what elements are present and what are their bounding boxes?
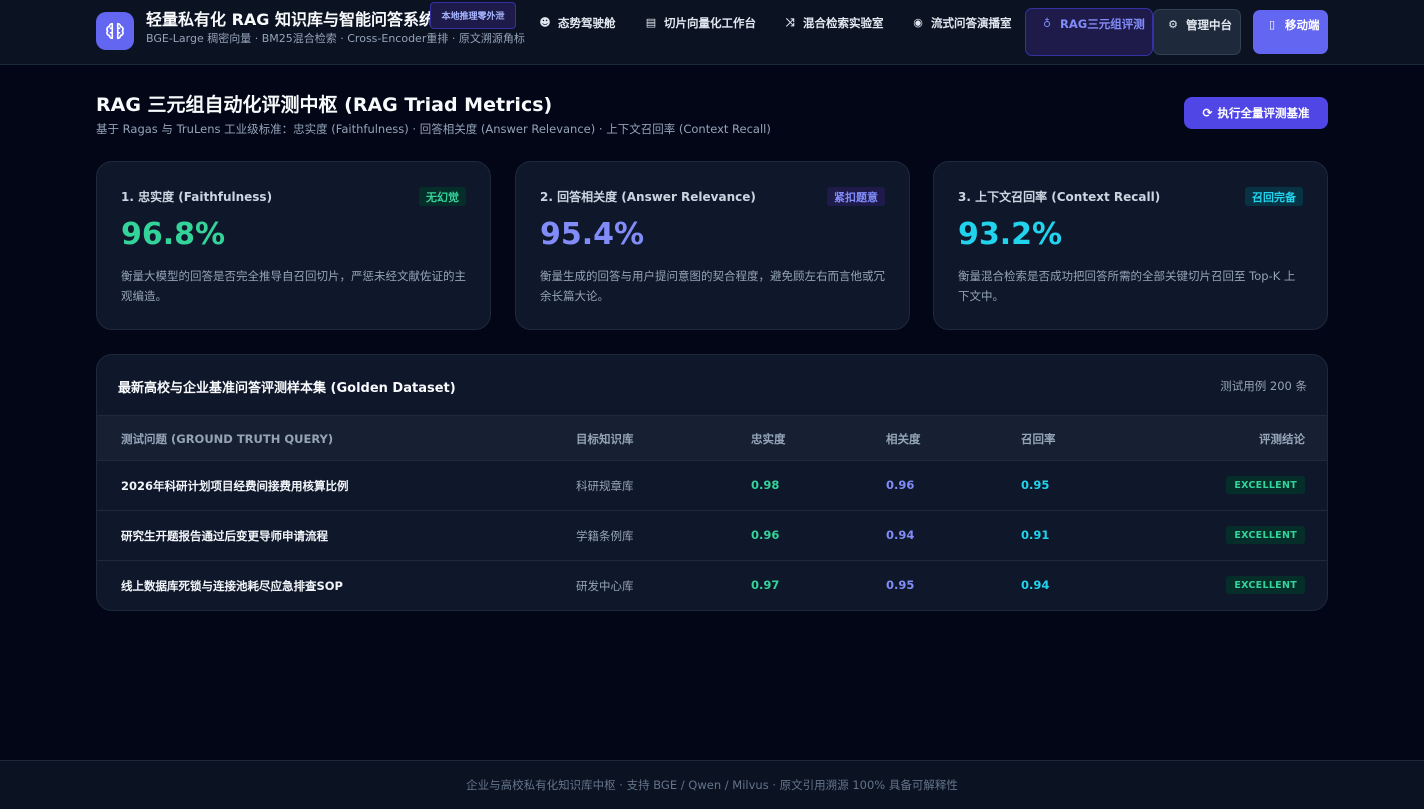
verdict-badge: EXCELLENT: [1226, 526, 1305, 544]
nav-chunking[interactable]: ▤ 切片向量化工作台: [644, 8, 762, 56]
verdict-badge: EXCELLENT: [1226, 476, 1305, 494]
table-row[interactable]: 线上数据库死锁与连接池耗尽应急排查SOP 研发中心库 0.97 0.95 0.9…: [97, 561, 1327, 610]
column-header-verdict: 评测结论: [1259, 432, 1305, 446]
dataset-count: 测试用例 200 条: [1220, 379, 1307, 393]
dashboard-icon: ☻: [539, 16, 551, 29]
column-header-relevance: 相关度: [886, 432, 921, 446]
metric-value: 95.4%: [540, 217, 645, 252]
nav-label: 移动端: [1285, 18, 1320, 32]
nav-label: RAG三元组评测: [1060, 17, 1145, 31]
app-title: 轻量私有化 RAG 知识库与智能问答系统: [146, 10, 435, 29]
table-row[interactable]: 研究生开题报告通过后变更导师申请流程 学籍条例库 0.96 0.94 0.91 …: [97, 511, 1327, 561]
run-benchmark-button[interactable]: ⟳ 执行全量评测基准: [1184, 97, 1328, 129]
top-header: 轻量私有化 RAG 知识库与智能问答系统 本地推理零外泄 BGE-Large 稠…: [0, 0, 1424, 65]
privacy-badge: 本地推理零外泄: [430, 2, 516, 29]
page-subtitle: 基于 Ragas 与 TruLens 工业级标准：忠实度 (Faithfulne…: [96, 122, 771, 136]
metric-title: 3. 上下文召回率 (Context Recall): [958, 190, 1161, 204]
nav-admin[interactable]: ⚙ 管理中台: [1153, 9, 1241, 55]
cell-kb: 科研规章库: [576, 479, 634, 493]
nav-mobile[interactable]: ▯ 移动端: [1253, 10, 1328, 54]
cell-recall: 0.91: [1021, 528, 1050, 542]
metric-tag: 召回完备: [1245, 187, 1303, 206]
metric-description: 衡量大模型的回答是否完全推导自召回切片，严惩未经文献佐证的主观编造。: [121, 269, 466, 303]
cell-query: 2026年科研计划项目经费间接费用核算比例: [121, 479, 349, 493]
cell-recall: 0.94: [1021, 578, 1050, 592]
metric-value: 96.8%: [121, 217, 226, 252]
metric-title: 1. 忠实度 (Faithfulness): [121, 190, 273, 204]
document-icon: ▤: [645, 16, 657, 29]
table-row[interactable]: 2026年科研计划项目经费间接费用核算比例 科研规章库 0.98 0.96 0.…: [97, 461, 1327, 511]
run-benchmark-label: 执行全量评测基准: [1217, 106, 1310, 120]
shuffle-icon: ⤨: [785, 16, 795, 29]
cell-faithfulness: 0.97: [751, 578, 780, 592]
metric-card-faithfulness: 1. 忠实度 (Faithfulness) 无幻觉 96.8% 衡量大模型的回答…: [96, 161, 491, 330]
cell-kb: 学籍条例库: [576, 529, 634, 543]
brain-icon[interactable]: [96, 12, 134, 50]
cell-kb: 研发中心库: [576, 579, 634, 593]
verdict-badge: EXCELLENT: [1226, 576, 1305, 594]
gear-icon: ⚙: [1168, 18, 1178, 31]
metric-description: 衡量生成的回答与用户提问意图的契合程度，避免顾左右而言他或冗余长篇大论。: [540, 269, 885, 303]
column-header-faithfulness: 忠实度: [751, 432, 786, 446]
page-title: RAG 三元组自动化评测中枢 (RAG Triad Metrics): [96, 94, 553, 116]
metric-title: 2. 回答相关度 (Answer Relevance): [540, 190, 756, 204]
medal-icon: ♁: [1042, 17, 1052, 30]
nav-label: 态势驾驶舱: [558, 16, 616, 30]
dataset-title: 最新高校与企业基准问答评测样本集 (Golden Dataset): [118, 381, 456, 396]
cell-relevance: 0.94: [886, 528, 915, 542]
table-header: 测试问题 (GROUND TRUTH QUERY) 目标知识库 忠实度 相关度 …: [97, 415, 1327, 461]
metric-card-recall: 3. 上下文召回率 (Context Recall) 召回完备 93.2% 衡量…: [933, 161, 1328, 330]
nav-hybrid-search[interactable]: ⤨ 混合检索实验室: [783, 8, 889, 56]
app-subtitle: BGE-Large 稠密向量 · BM25混合检索 · Cross-Encode…: [146, 32, 525, 45]
column-header-kb: 目标知识库: [576, 432, 634, 446]
cell-query: 研究生开题报告通过后变更导师申请流程: [121, 529, 328, 543]
nav-label: 混合检索实验室: [803, 16, 884, 30]
nav-rag-eval[interactable]: ♁ RAG三元组评测: [1025, 8, 1153, 56]
nav-label: 管理中台: [1186, 18, 1232, 32]
chat-icon: ◉: [913, 16, 923, 29]
metric-value: 93.2%: [958, 217, 1063, 252]
cell-relevance: 0.96: [886, 478, 915, 492]
metric-tag: 无幻觉: [419, 187, 466, 206]
metric-tag: 紧扣题意: [827, 187, 885, 206]
page-footer: 企业与高校私有化知识库中枢 · 支持 BGE / Qwen / Milvus ·…: [0, 760, 1424, 809]
mobile-icon: ▯: [1268, 18, 1276, 31]
cell-relevance: 0.95: [886, 578, 915, 592]
cell-faithfulness: 0.98: [751, 478, 780, 492]
metric-card-relevance: 2. 回答相关度 (Answer Relevance) 紧扣题意 95.4% 衡…: [515, 161, 910, 330]
cell-faithfulness: 0.96: [751, 528, 780, 542]
column-header-recall: 召回率: [1021, 432, 1056, 446]
column-header-query: 测试问题 (GROUND TRUTH QUERY): [121, 432, 334, 446]
nav-streaming-qa[interactable]: ◉ 流式问答演播室: [911, 8, 1017, 56]
nav-dashboard[interactable]: ☻ 态势驾驶舱: [538, 8, 620, 56]
cell-recall: 0.95: [1021, 478, 1050, 492]
nav-label: 流式问答演播室: [931, 16, 1012, 30]
metric-description: 衡量混合检索是否成功把回答所需的全部关键切片召回至 Top-K 上下文中。: [958, 269, 1296, 303]
golden-dataset-panel: 最新高校与企业基准问答评测样本集 (Golden Dataset) 测试用例 2…: [96, 354, 1328, 611]
refresh-icon: ⟳: [1202, 106, 1213, 120]
nav-label: 切片向量化工作台: [664, 16, 756, 30]
cell-query: 线上数据库死锁与连接池耗尽应急排查SOP: [121, 579, 343, 593]
